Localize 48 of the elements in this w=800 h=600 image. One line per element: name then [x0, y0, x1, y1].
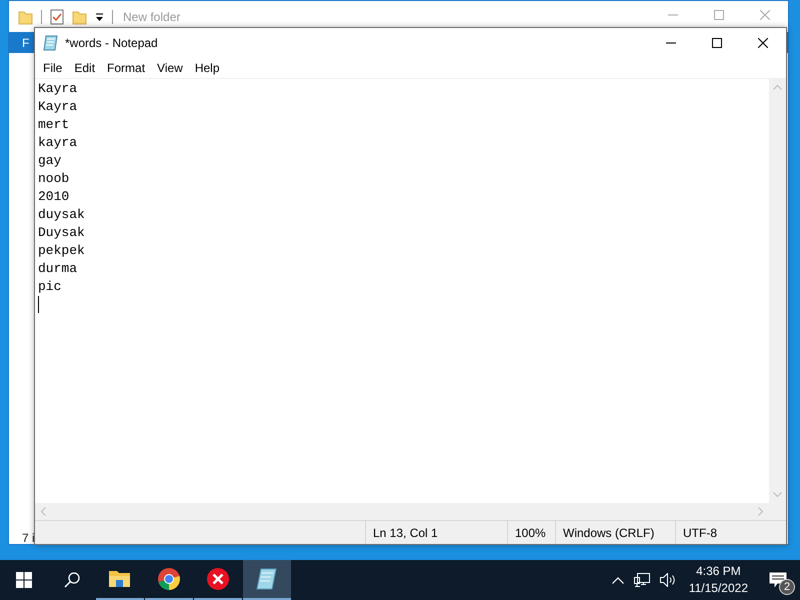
chrome-icon: [157, 567, 181, 591]
menu-item[interactable]: Edit: [68, 60, 102, 74]
cursor-position: Ln 13, Col 1: [365, 521, 507, 544]
text-area[interactable]: Kayra Kayra mert kayra gay noob 2010 duysak Duysak pekpek durma pic: [35, 79, 769, 503]
clock-date[interactable]: 11/15/2022: [688, 580, 748, 597]
notepad-icon: [255, 567, 279, 591]
menu-item[interactable]: View: [151, 60, 189, 74]
menu-item[interactable]: File: [37, 60, 68, 74]
text-line: Kayra: [38, 98, 78, 116]
windows-logo-icon[interactable]: [16, 572, 32, 588]
chevron-up-icon[interactable]: [612, 576, 624, 584]
network-icon[interactable]: [634, 573, 650, 587]
checklist-icon[interactable]: [50, 8, 64, 24]
text-line: Duysak: [38, 224, 86, 242]
text-line: durma: [38, 260, 78, 278]
close-icon: [760, 10, 770, 20]
text-cursor: [38, 296, 39, 313]
speaker-icon[interactable]: [660, 573, 676, 587]
text-line: pekpek: [38, 242, 86, 260]
text-line: Kayra: [38, 80, 78, 98]
text-line: noob: [38, 170, 70, 188]
zoom-level: 100%: [507, 521, 555, 544]
text-line: gay: [38, 152, 62, 170]
encoding: UTF-8: [675, 521, 786, 544]
window-title: New folder: [123, 10, 180, 24]
notifications-button[interactable]: 2: [756, 560, 800, 600]
text-line: pic: [38, 278, 62, 296]
maximize-icon: [714, 10, 724, 20]
notification-badge: 2: [779, 579, 795, 595]
text-line: mert: [38, 116, 70, 134]
folder-icon: [18, 8, 33, 24]
close-icon: [758, 38, 768, 48]
notepad-icon: [43, 34, 59, 50]
clock-time[interactable]: 4:36 PM: [696, 563, 741, 580]
error-icon: [206, 567, 230, 591]
menu-item[interactable]: Format: [101, 60, 152, 74]
maximize-icon: [712, 38, 722, 48]
taskbar-button[interactable]: [243, 560, 291, 600]
ribbon-tab[interactable]: F: [22, 36, 30, 50]
text-line: duysak: [38, 206, 86, 224]
status-text: 7 i: [22, 531, 35, 545]
search-icon[interactable]: [64, 572, 80, 588]
dropdown-icon[interactable]: [95, 12, 104, 22]
menu-item[interactable]: Help: [188, 60, 226, 74]
text-line: kayra: [38, 134, 78, 152]
text-line: 2010: [38, 188, 70, 206]
line-ending: Windows (CRLF): [555, 521, 675, 544]
window-title: *words - Notepad: [65, 36, 158, 50]
